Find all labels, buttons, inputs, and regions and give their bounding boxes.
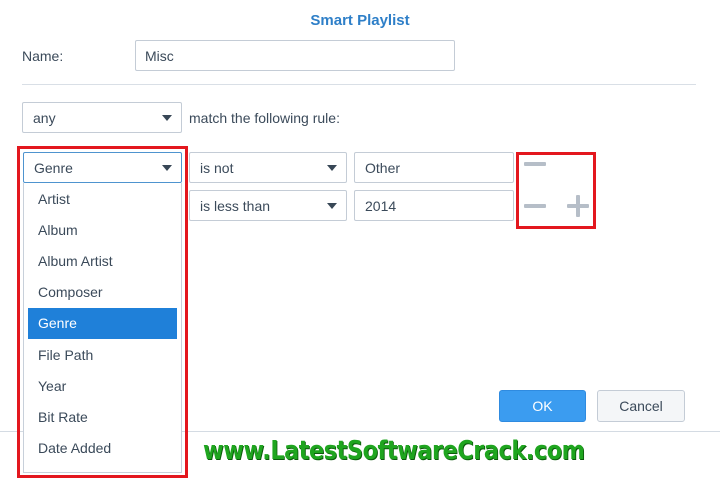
name-label: Name: [22,48,64,64]
dropdown-option-file-path[interactable]: File Path [24,339,181,370]
add-rule-plus-icon[interactable] [565,193,591,219]
remove-rule-1-minus-icon[interactable] [522,151,548,177]
rule-1-value-input[interactable] [354,152,514,183]
dropdown-option-bit-rate[interactable]: Bit Rate [24,401,181,432]
watermark-text: www.LatestSoftwareCrack.com [203,436,585,466]
rule-2-operator-select[interactable]: is less than [189,190,347,221]
dropdown-option-year[interactable]: Year [24,370,181,401]
match-mode-select[interactable]: any [22,102,182,133]
ok-button[interactable]: OK [499,390,586,422]
dialog-title: Smart Playlist [310,11,410,29]
name-input[interactable] [135,40,455,71]
rule-2-value-input[interactable] [354,190,514,221]
dropdown-option-album[interactable]: Album [24,214,181,245]
divider [22,84,696,85]
dropdown-option-composer[interactable]: Composer [24,277,181,308]
rule-1-operator-select[interactable]: is not [189,152,347,183]
dropdown-option-date-added[interactable]: Date Added [24,433,181,464]
rule-1-operator-value: is not [200,159,234,176]
caret-down-icon [162,115,172,121]
caret-down-icon [162,165,172,171]
dropdown-option-album-artist[interactable]: Album Artist [24,245,181,276]
smart-playlist-dialog: Smart Playlist Name: any match the follo… [0,0,720,473]
rule-1-field-select[interactable]: Genre [23,152,182,183]
match-mode-value: any [33,109,56,126]
rule-2-operator-value: is less than [200,197,271,214]
remove-rule-2-minus-icon[interactable] [522,193,548,219]
caret-down-icon [327,203,337,209]
dropdown-option-artist[interactable]: Artist [24,183,181,214]
cancel-button[interactable]: Cancel [597,390,685,422]
dropdown-option-genre[interactable]: Genre [28,307,177,339]
rule-1-field-value: Genre [34,159,73,176]
caret-down-icon [327,165,337,171]
field-dropdown-list: Artist Album Album Artist Composer Genre… [23,183,182,473]
dialog-title-bar: Smart Playlist [0,0,720,40]
match-rule-text: match the following rule: [189,110,340,126]
